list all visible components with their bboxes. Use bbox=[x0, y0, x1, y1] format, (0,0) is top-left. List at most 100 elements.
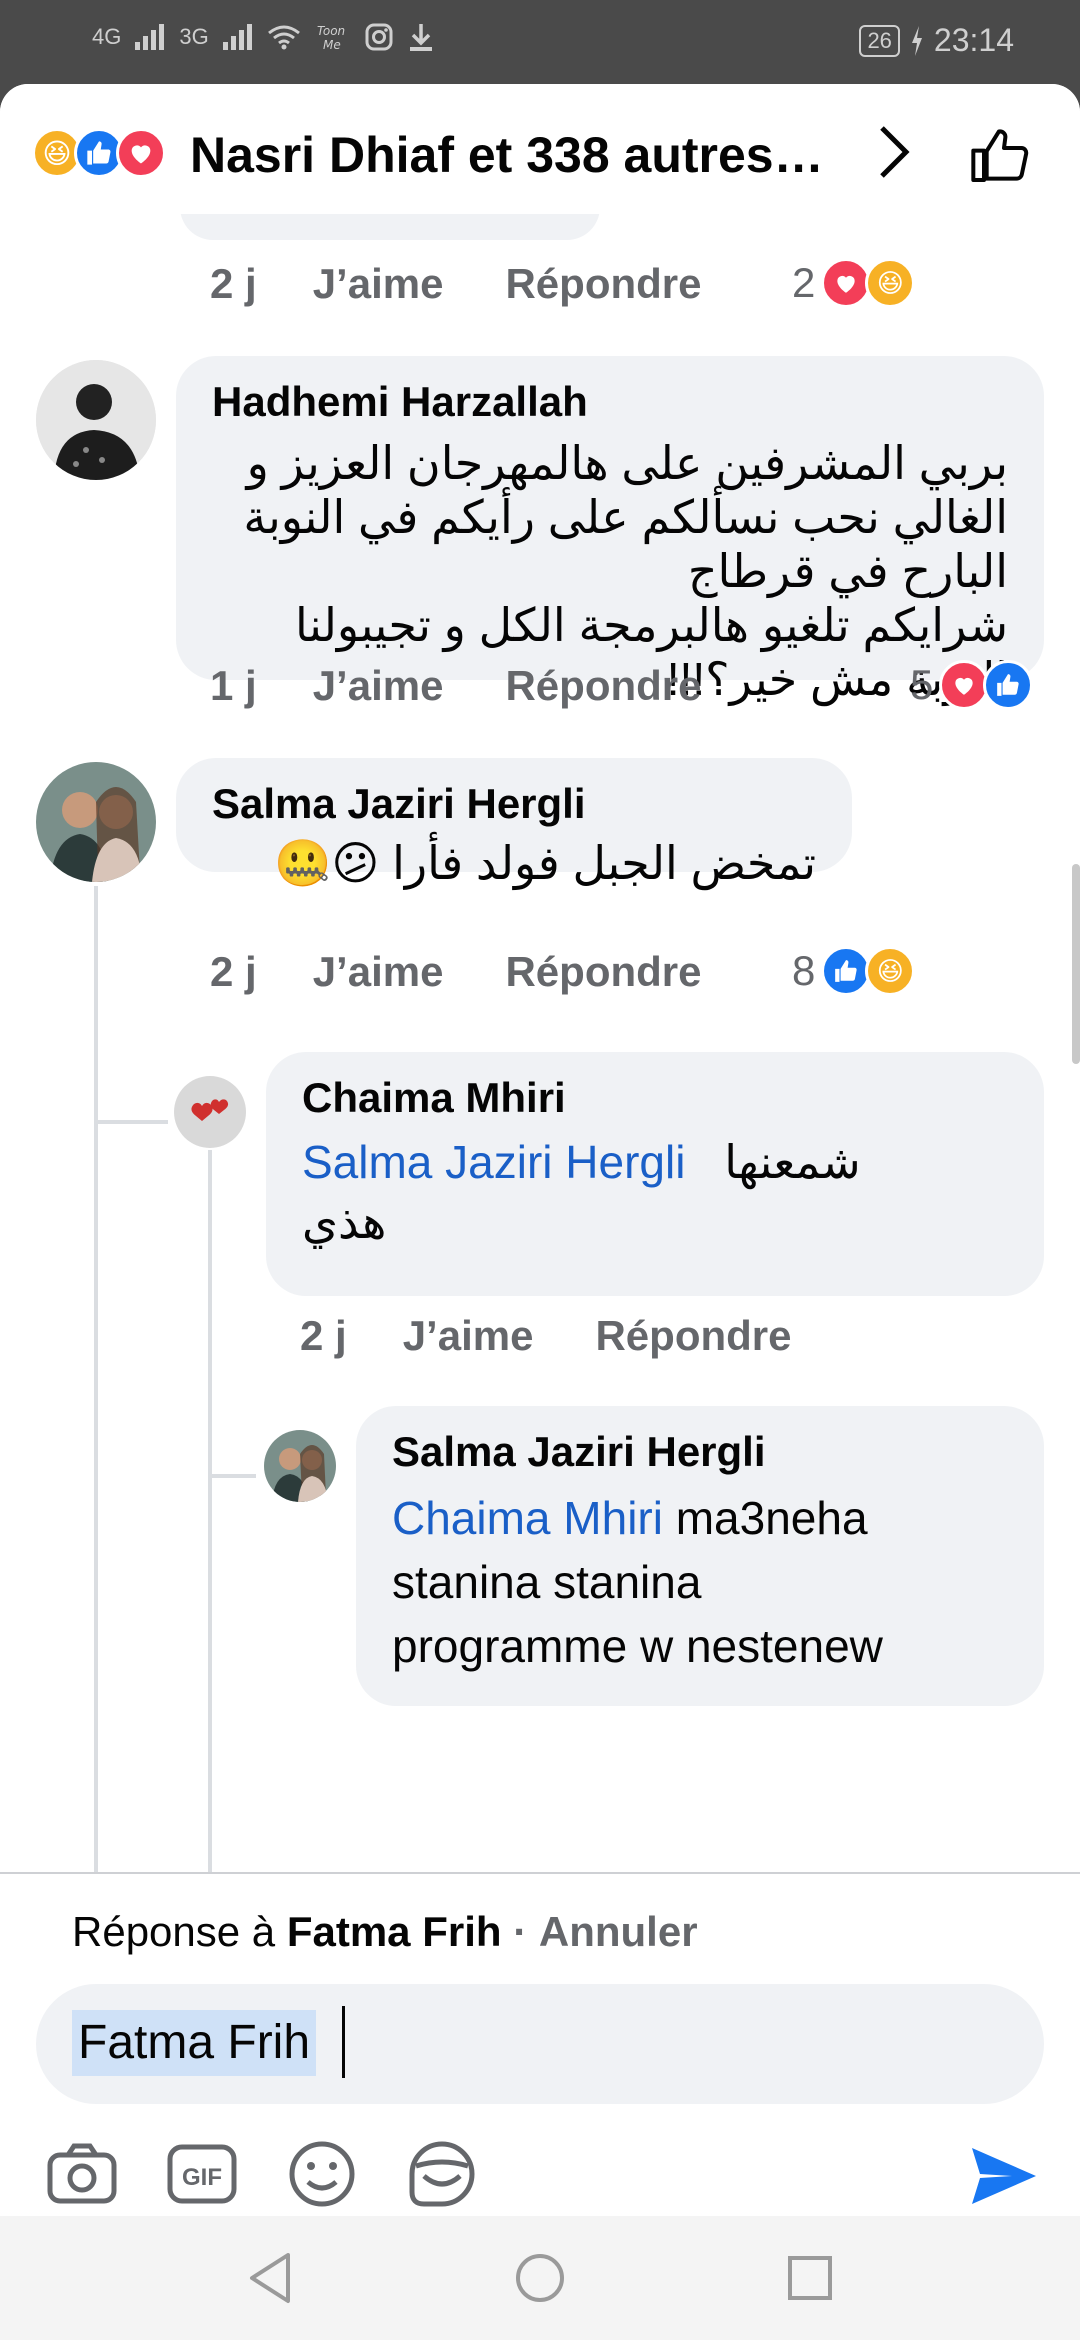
comment-list: 2 j J’aime Répondre 2 😆 Hadhemi Harzalla… bbox=[0, 214, 1080, 1954]
thread-connector bbox=[210, 1474, 256, 1478]
wifi-icon bbox=[267, 25, 300, 50]
love-reaction-icon bbox=[821, 258, 872, 308]
comment-time: 2 j bbox=[210, 260, 257, 307]
comment-text: Salma Jaziri Hergli شمعنها bbox=[302, 1132, 1008, 1192]
charging-icon bbox=[911, 25, 922, 56]
previous-comment-bubble bbox=[180, 214, 600, 240]
composer-toolbar: GIF bbox=[44, 2136, 480, 2212]
clock: 23:14 bbox=[933, 22, 1014, 58]
cancel-reply-button[interactable]: Annuler bbox=[539, 1908, 698, 1955]
like-outline-icon[interactable] bbox=[968, 124, 1032, 188]
comment-text-line: programme w nestenew bbox=[392, 1620, 883, 1672]
comment-author[interactable]: Salma Jaziri Hergli bbox=[212, 780, 816, 828]
status-bar: 4G 3G Toon Me 26 23:14 bbox=[0, 0, 1080, 84]
status-icons: 4G 3G Toon Me bbox=[92, 22, 435, 52]
comment-time: 2 j bbox=[300, 1312, 347, 1359]
comment-time: 2 j bbox=[210, 948, 257, 995]
comment-text-line: شرايكم تلغيو هالبرمجة الكل و تجيبولنا bbox=[294, 599, 1008, 651]
comment-text-line: الغالي نحب نسألكم على رأيكم في النوبة bbox=[243, 491, 1008, 543]
comment-text-part: شمعنها bbox=[724, 1136, 861, 1188]
comment-bubble[interactable]: Hadhemi Harzallah بربي المشرفين على هالم… bbox=[176, 356, 1044, 705]
avatar[interactable] bbox=[174, 1076, 246, 1148]
avatar[interactable] bbox=[36, 360, 156, 480]
reply-context: Réponse à Fatma Frih · Annuler bbox=[72, 1908, 698, 1956]
reply-button[interactable]: Répondre bbox=[505, 260, 701, 308]
like-button[interactable]: J’aime bbox=[313, 948, 444, 996]
signal-3g-icon: 3G bbox=[179, 24, 209, 49]
comments-sheet: 😆 Nasri Dhiaf et 338 autres… 2 j J’aime … bbox=[0, 84, 1080, 2340]
status-right: 26 23:14 bbox=[859, 22, 1014, 59]
svg-text:Toon: Toon bbox=[317, 24, 345, 38]
comment-bubble[interactable]: Salma Jaziri Hergli تمخض الجبل فولد فأرا… bbox=[176, 758, 852, 888]
comment-text-line: البارح في قرطاج bbox=[687, 545, 1008, 597]
comment-author[interactable]: Salma Jaziri Hergli bbox=[392, 1428, 1008, 1476]
like-reaction-icon bbox=[821, 946, 872, 996]
reaction-count-number: 2 bbox=[792, 259, 816, 306]
signal-bars-icon bbox=[135, 24, 165, 50]
back-nav-icon[interactable] bbox=[240, 2248, 300, 2308]
comment-text-line: stanina stanina bbox=[392, 1556, 702, 1608]
gif-label: GIF bbox=[182, 2164, 222, 2191]
input-selected-text[interactable]: Fatma Frih bbox=[72, 2010, 317, 2076]
comment-text: Chaima Mhiri ma3neha bbox=[392, 1486, 1008, 1550]
system-nav-bar bbox=[0, 2216, 1080, 2340]
comment-time: 1 j bbox=[210, 662, 257, 709]
thread-line bbox=[94, 886, 98, 1954]
reactions-header[interactable]: 😆 Nasri Dhiaf et 338 autres… bbox=[0, 84, 1080, 214]
reactions-summary-title[interactable]: Nasri Dhiaf et 338 autres… bbox=[190, 126, 824, 184]
header-reaction-icons: 😆 bbox=[32, 128, 166, 178]
like-button[interactable]: J’aime bbox=[403, 1312, 534, 1360]
send-icon[interactable] bbox=[968, 2144, 1040, 2213]
comment-meta: 1 j J’aime Répondre bbox=[210, 662, 763, 710]
like-button[interactable]: J’aime bbox=[313, 260, 444, 308]
haha-reaction-icon: 😆 bbox=[865, 258, 916, 308]
reaction-count-number: 8 bbox=[792, 947, 816, 994]
mention-link[interactable]: Salma Jaziri Hergli bbox=[302, 1136, 685, 1188]
comment-author[interactable]: Chaima Mhiri bbox=[302, 1074, 1008, 1122]
reply-bubble[interactable]: Chaima Mhiri Salma Jaziri Hergli شمعنها … bbox=[266, 1052, 1044, 1296]
reaction-count-number: 5 bbox=[910, 661, 934, 708]
separator: · bbox=[513, 1908, 528, 1955]
haha-reaction-icon: 😆 bbox=[865, 946, 916, 996]
thread-connector bbox=[96, 1120, 168, 1124]
love-reaction-icon bbox=[116, 128, 166, 178]
emoji-icon[interactable] bbox=[284, 2136, 360, 2212]
comment-author[interactable]: Hadhemi Harzallah bbox=[212, 378, 1008, 426]
mention-link[interactable]: Chaima Mhiri bbox=[392, 1492, 663, 1544]
reply-button[interactable]: Répondre bbox=[595, 1312, 791, 1360]
toonme-icon: ToonMe bbox=[317, 24, 345, 52]
comment-text-line: هذي bbox=[302, 1196, 387, 1248]
comment-text-part: ma3neha bbox=[675, 1492, 868, 1544]
like-button[interactable]: J’aime bbox=[313, 662, 444, 710]
download-icon bbox=[409, 24, 432, 51]
home-nav-icon[interactable] bbox=[510, 2248, 570, 2308]
battery-level: 26 bbox=[859, 24, 900, 57]
reply-bubble[interactable]: Salma Jaziri Hergli Chaima Mhiri ma3neha… bbox=[356, 1406, 1044, 1706]
comment-meta: 2 j J’aime Répondre bbox=[210, 260, 763, 308]
reaction-count[interactable]: 5 bbox=[910, 660, 1034, 710]
reply-button[interactable]: Répondre bbox=[505, 948, 701, 996]
love-reaction-icon bbox=[939, 660, 990, 710]
reply-button[interactable]: Répondre bbox=[505, 662, 701, 710]
like-reaction-icon bbox=[983, 660, 1034, 710]
signal-bars-2-icon bbox=[222, 24, 252, 50]
reply-target: Fatma Frih bbox=[286, 1908, 502, 1955]
comment-text: تمخض الجبل فولد فأرا 😕🤐 bbox=[274, 837, 816, 889]
gif-icon[interactable]: GIF bbox=[164, 2136, 240, 2212]
scrollbar[interactable] bbox=[1072, 864, 1080, 1064]
avatar[interactable] bbox=[264, 1430, 336, 1502]
comment-meta: 2 j J’aime Répondre bbox=[300, 1312, 853, 1360]
svg-text:Me: Me bbox=[323, 38, 341, 52]
reply-prefix: Réponse à bbox=[72, 1908, 276, 1955]
text-caret bbox=[342, 2006, 345, 2078]
camera-icon[interactable] bbox=[44, 2136, 120, 2212]
chevron-right-icon[interactable] bbox=[874, 122, 914, 195]
reaction-count[interactable]: 2 😆 bbox=[792, 258, 916, 308]
signal-4g-icon: 4G bbox=[92, 24, 122, 49]
recents-nav-icon[interactable] bbox=[780, 2248, 840, 2308]
sticker-icon[interactable] bbox=[404, 2136, 480, 2212]
reaction-count[interactable]: 8 😆 bbox=[792, 946, 916, 996]
avatar[interactable] bbox=[36, 762, 156, 882]
comment-input[interactable]: Fatma Frih bbox=[36, 1984, 1044, 2104]
comment-text-line: بربي المشرفين على هالمهرجان العزيز و bbox=[246, 437, 1008, 489]
